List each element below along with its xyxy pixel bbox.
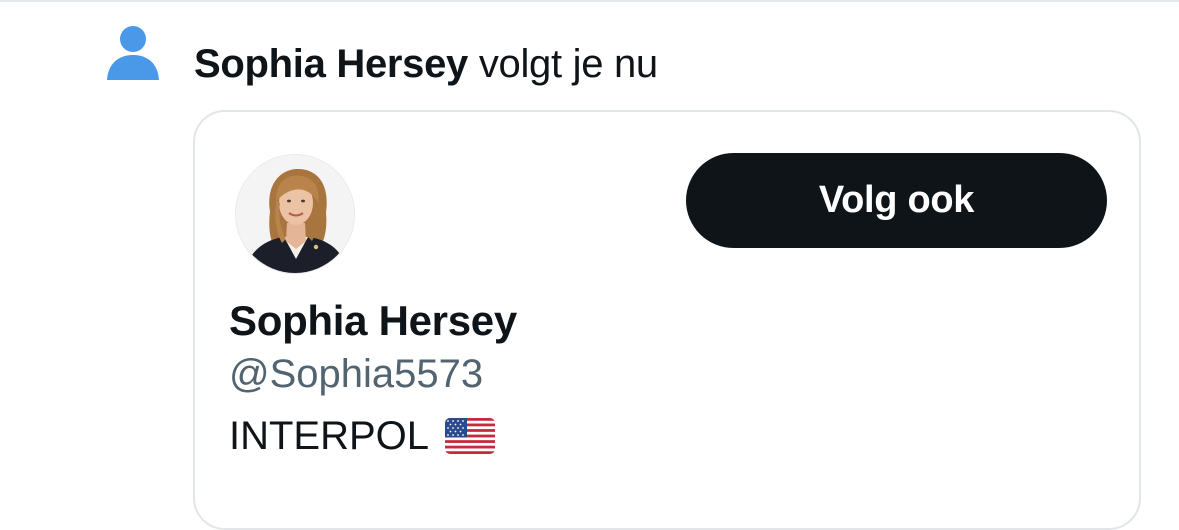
- avatar[interactable]: [235, 154, 355, 274]
- top-divider: [0, 0, 1179, 2]
- us-flag-icon: [445, 418, 496, 454]
- profile-display-name[interactable]: Sophia Hersey: [229, 295, 517, 347]
- follower-name-link[interactable]: Sophia Hersey: [194, 42, 468, 86]
- person-icon: [104, 24, 162, 82]
- profile-handle[interactable]: @Sophia5573: [229, 348, 483, 400]
- profile-bio: INTERPOL: [229, 410, 496, 462]
- notification-text: Sophia Hersey volgt je nu: [194, 38, 658, 90]
- notification-action-text: volgt je nu: [478, 42, 658, 86]
- bio-text: INTERPOL: [229, 414, 430, 458]
- follow-back-button[interactable]: Volg ook: [686, 153, 1107, 248]
